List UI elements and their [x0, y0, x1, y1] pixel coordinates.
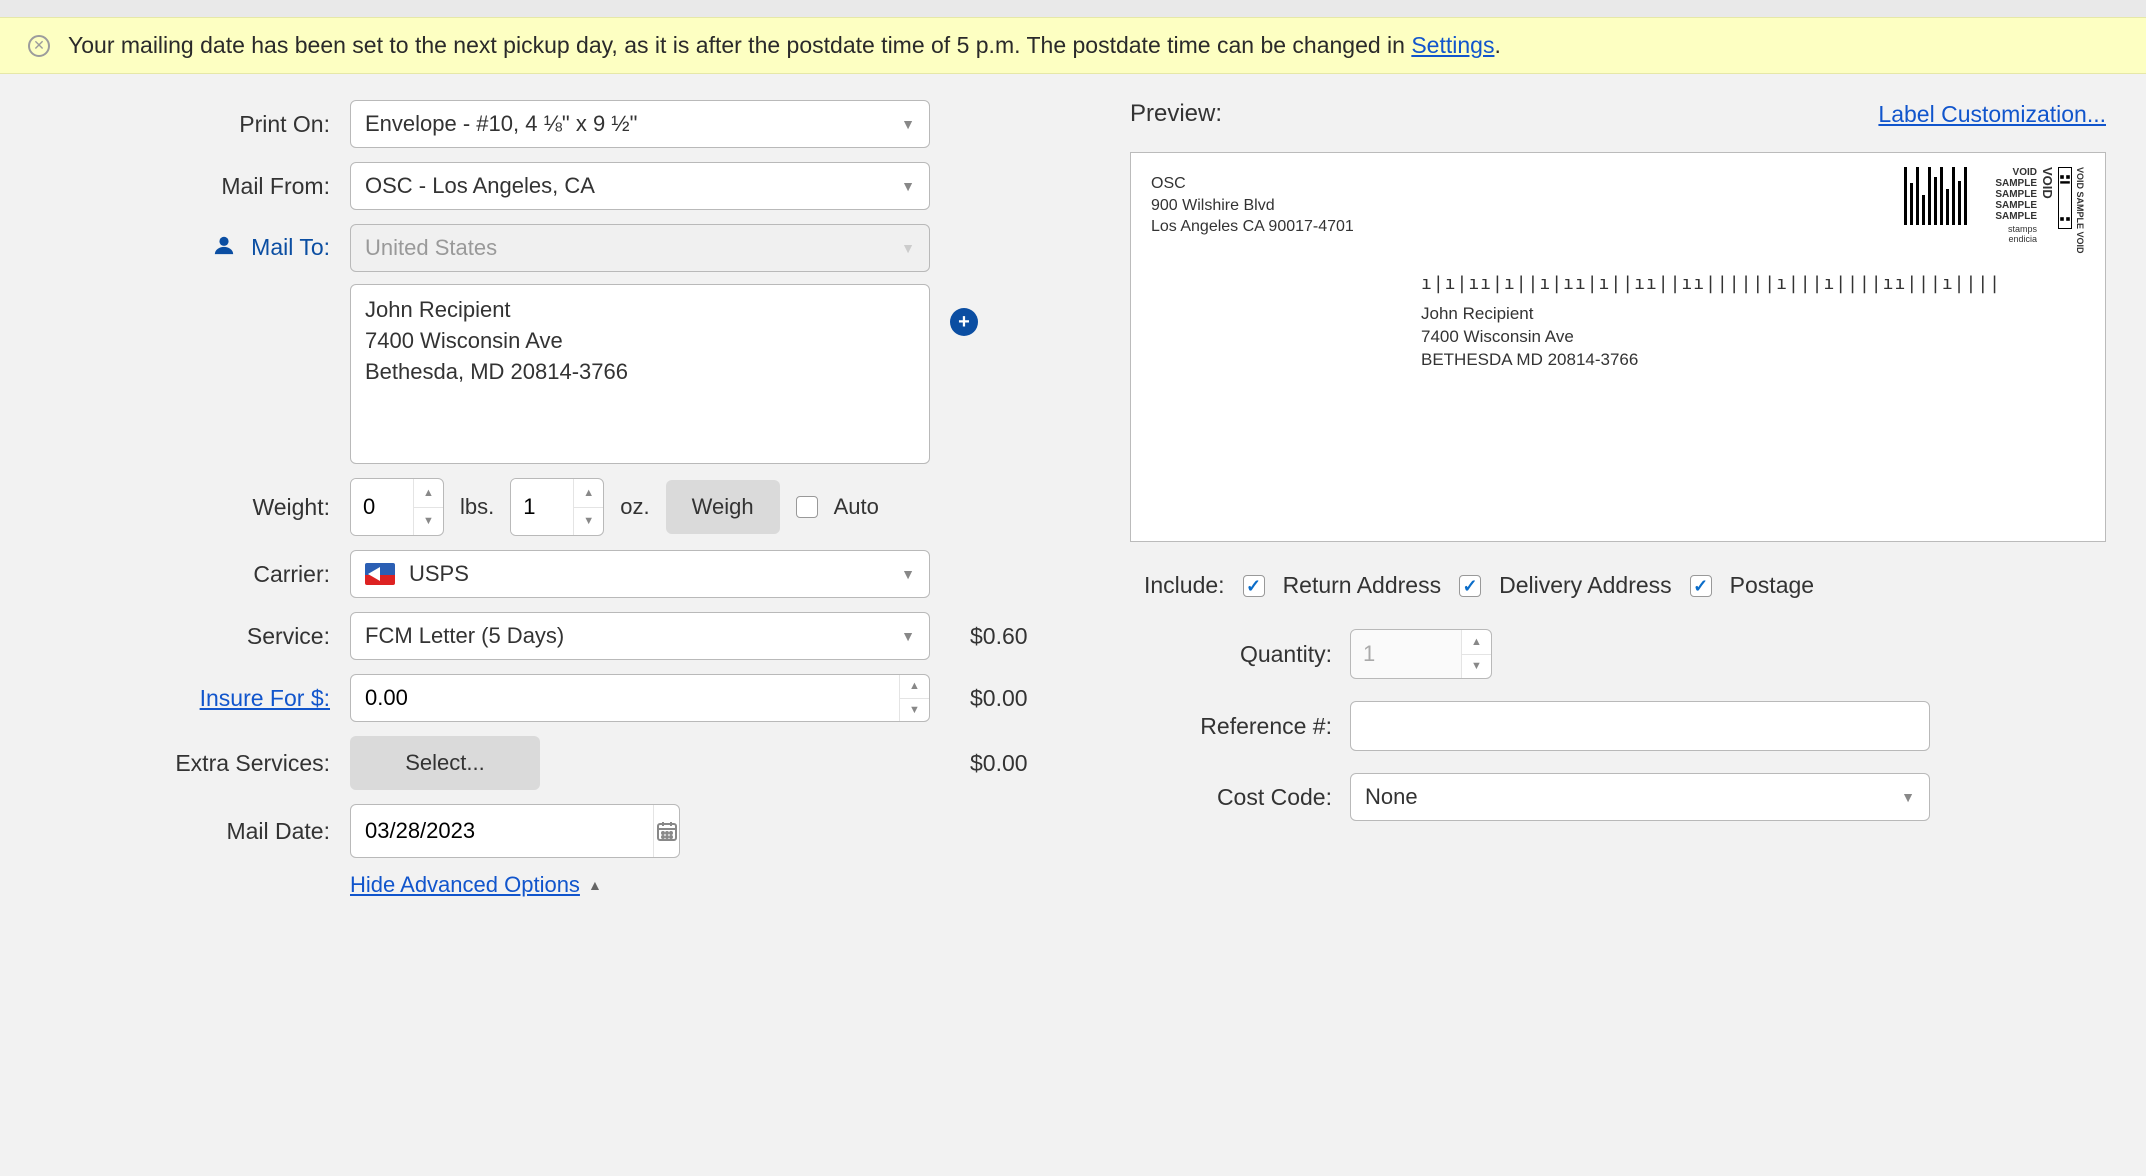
insure-label: Insure For $:: [40, 685, 350, 712]
mail-date-field[interactable]: [350, 804, 680, 858]
barcode-icon: [1904, 167, 1967, 225]
extra-services-button[interactable]: Select...: [350, 736, 540, 790]
banner-message: Your mailing date has been set to the ne…: [68, 32, 1501, 59]
postage-area: VOID SAMPLE SAMPLE SAMPLE SAMPLE stamps …: [1904, 167, 2085, 254]
carrier-select[interactable]: USPS ▼: [350, 550, 930, 598]
chevron-down-icon: ▼: [1901, 789, 1915, 805]
mail-to-label: Mail To:: [40, 234, 350, 263]
return-address-label: Return Address: [1283, 572, 1442, 599]
mail-from-label: Mail From:: [40, 173, 350, 200]
delivery-address-label: Delivery Address: [1499, 572, 1672, 599]
intelligent-mail-barcode: ı|ı|ıı|ı||ı|ıı|ı||ıı||ıı||||||ı|||ı||||ı…: [1421, 273, 2001, 294]
chevron-down-icon: ▼: [901, 116, 915, 132]
mail-to-address-textarea[interactable]: [350, 284, 930, 464]
preview-title: Preview:: [1130, 100, 1222, 128]
add-recipient-button[interactable]: +: [950, 308, 978, 336]
quantity-stepper[interactable]: ▲▼: [1350, 629, 1492, 679]
person-icon[interactable]: [213, 234, 235, 262]
chevron-down-icon: ▼: [901, 240, 915, 256]
to-address: John Recipient 7400 Wisconsin Ave BETHES…: [1421, 303, 1638, 372]
postage-label: Postage: [1730, 572, 1814, 599]
print-on-label: Print On:: [40, 111, 350, 138]
service-price: $0.60: [970, 623, 1028, 650]
lbs-unit: lbs.: [460, 494, 494, 520]
void-sample-vertical: VOID SAMPLE VOID: [2075, 167, 2085, 254]
insure-for-link[interactable]: Insure For $:: [200, 685, 330, 711]
weigh-button[interactable]: Weigh: [666, 480, 780, 534]
service-value: FCM Letter (5 Days): [365, 623, 564, 649]
chevron-down-icon: ▼: [901, 628, 915, 644]
quantity-label: Quantity:: [1130, 641, 1350, 668]
return-address-checkbox[interactable]: [1243, 575, 1265, 597]
label-customization-link[interactable]: Label Customization...: [1878, 101, 2106, 128]
carrier-value: USPS: [409, 561, 469, 587]
to-name: John Recipient: [1421, 303, 1638, 326]
chevron-down-icon: ▼: [901, 178, 915, 194]
weight-oz-stepper[interactable]: ▲▼: [510, 478, 604, 536]
auto-label: Auto: [834, 494, 879, 520]
insure-price: $0.00: [970, 685, 1028, 712]
mail-date-input[interactable]: [365, 818, 653, 844]
costcode-value: None: [1365, 784, 1418, 810]
weight-lbs-stepper[interactable]: ▲▼: [350, 478, 444, 536]
hide-advanced-toggle[interactable]: Hide Advanced Options ▲: [350, 872, 1090, 898]
to-city: BETHESDA MD 20814-3766: [1421, 349, 1638, 372]
carrier-label: Carrier:: [40, 561, 350, 588]
postage-checkbox[interactable]: [1690, 575, 1712, 597]
costcode-label: Cost Code:: [1130, 784, 1350, 811]
reference-input[interactable]: [1350, 701, 1930, 751]
to-street: 7400 Wisconsin Ave: [1421, 326, 1638, 349]
envelope-preview: OSC 900 Wilshire Blvd Los Angeles CA 900…: [1130, 152, 2106, 542]
delivery-address-checkbox[interactable]: [1459, 575, 1481, 597]
print-on-value: Envelope - #10, 4 ⅛" x 9 ½": [365, 111, 637, 137]
include-label: Include:: [1144, 572, 1225, 599]
void-sample-labels: VOID SAMPLE SAMPLE SAMPLE SAMPLE stamps …: [1995, 167, 2037, 245]
down-arrow-icon[interactable]: ▼: [900, 699, 929, 722]
up-arrow-icon[interactable]: ▲: [414, 479, 443, 508]
mail-to-text[interactable]: Mail To:: [251, 234, 330, 260]
oz-unit: oz.: [620, 494, 649, 520]
extra-services-price: $0.00: [970, 750, 1028, 777]
costcode-select[interactable]: None ▼: [1350, 773, 1930, 821]
print-on-select[interactable]: Envelope - #10, 4 ⅛" x 9 ½" ▼: [350, 100, 930, 148]
hide-advanced-text: Hide Advanced Options: [350, 872, 580, 898]
service-label: Service:: [40, 623, 350, 650]
calendar-icon[interactable]: [653, 805, 679, 857]
top-gray-bar: [0, 0, 2146, 17]
extra-services-label: Extra Services:: [40, 750, 350, 777]
mail-from-select[interactable]: OSC - Los Angeles, CA ▼: [350, 162, 930, 210]
include-row: Include: Return Address Delivery Address…: [1130, 572, 2106, 599]
up-arrow-icon[interactable]: ▲: [900, 675, 929, 699]
weight-oz-input[interactable]: [511, 479, 573, 535]
brand-text: stamps endicia: [1995, 225, 2037, 245]
quantity-input[interactable]: [1351, 630, 1461, 678]
usps-icon: [365, 563, 395, 585]
reference-label: Reference #:: [1130, 713, 1350, 740]
down-arrow-icon[interactable]: ▼: [574, 508, 603, 536]
up-arrow-icon[interactable]: ▲: [1462, 630, 1491, 655]
void-vertical: VOID: [2040, 167, 2055, 199]
banner-settings-link[interactable]: Settings: [1411, 32, 1494, 58]
auto-checkbox[interactable]: [796, 496, 818, 518]
mail-from-value: OSC - Los Angeles, CA: [365, 173, 595, 199]
banner-close-icon[interactable]: ✕: [28, 35, 50, 57]
down-arrow-icon[interactable]: ▼: [414, 508, 443, 536]
insure-amount-input-wrap[interactable]: ▲ ▼: [350, 674, 930, 722]
banner-period: .: [1494, 32, 1500, 58]
mail-date-label: Mail Date:: [40, 818, 350, 845]
spacer: [40, 284, 350, 292]
weight-label: Weight:: [40, 494, 350, 521]
mail-to-country-value: United States: [365, 235, 497, 261]
up-arrow-icon[interactable]: ▲: [574, 479, 603, 508]
down-arrow-icon[interactable]: ▼: [1462, 655, 1491, 679]
service-select[interactable]: FCM Letter (5 Days) ▼: [350, 612, 930, 660]
info-banner: ✕ Your mailing date has been set to the …: [0, 17, 2146, 74]
insure-amount-input[interactable]: [365, 685, 899, 711]
qr-placeholder-icon: [2058, 167, 2072, 229]
chevron-down-icon: ▼: [901, 566, 915, 582]
weight-lbs-input[interactable]: [351, 479, 413, 535]
chevron-up-icon: ▲: [588, 877, 602, 893]
mail-to-country-select[interactable]: United States ▼: [350, 224, 930, 272]
banner-text: Your mailing date has been set to the ne…: [68, 32, 1411, 58]
